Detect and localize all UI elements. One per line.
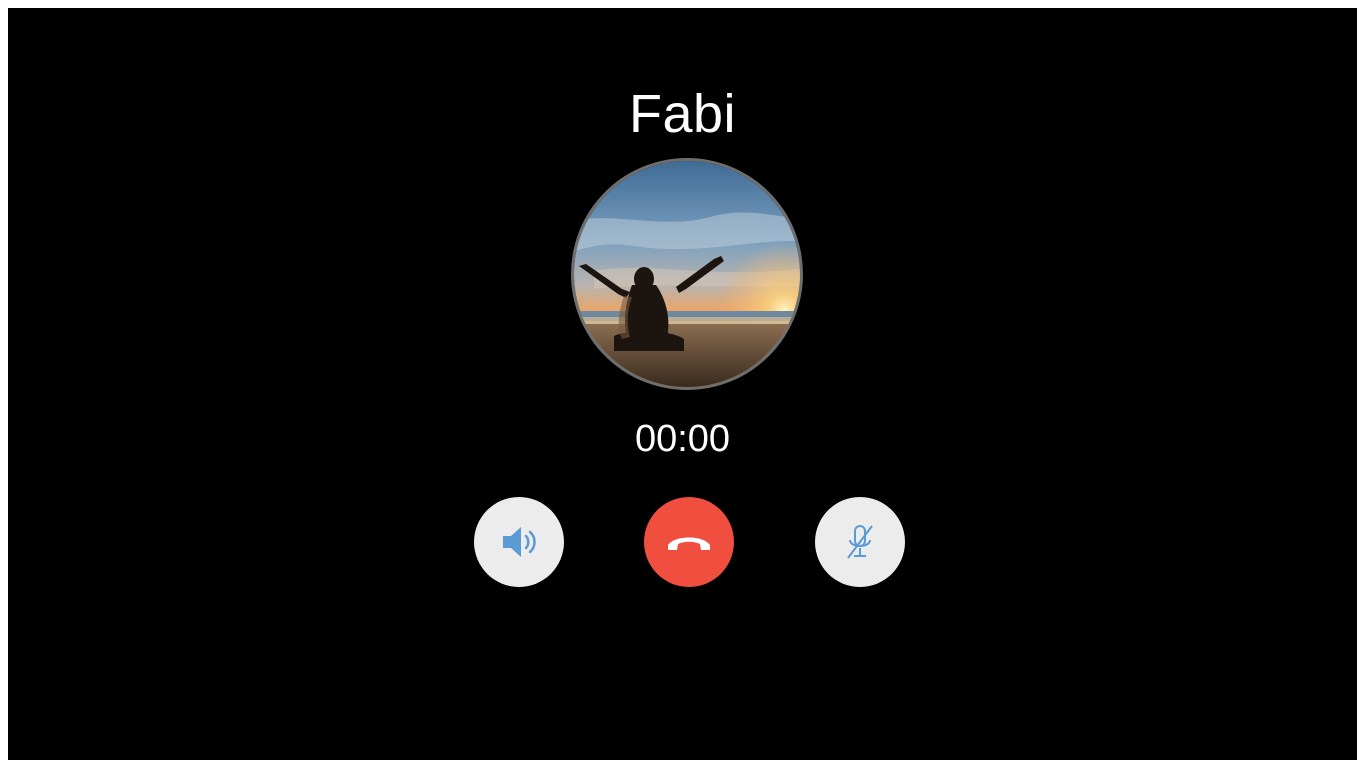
speaker-icon <box>499 524 539 560</box>
end-call-button[interactable] <box>644 497 734 587</box>
avatar-photo <box>574 161 800 387</box>
avatar <box>574 161 800 387</box>
phone-hangup-icon <box>665 530 713 554</box>
call-timer: 00:00 <box>634 418 731 460</box>
mute-button[interactable] <box>815 497 905 587</box>
microphone-off-icon <box>842 522 878 562</box>
caller-name: Fabi <box>628 84 737 144</box>
speaker-button[interactable] <box>474 497 564 587</box>
call-screen: Fabi 00:00 <box>8 8 1357 760</box>
